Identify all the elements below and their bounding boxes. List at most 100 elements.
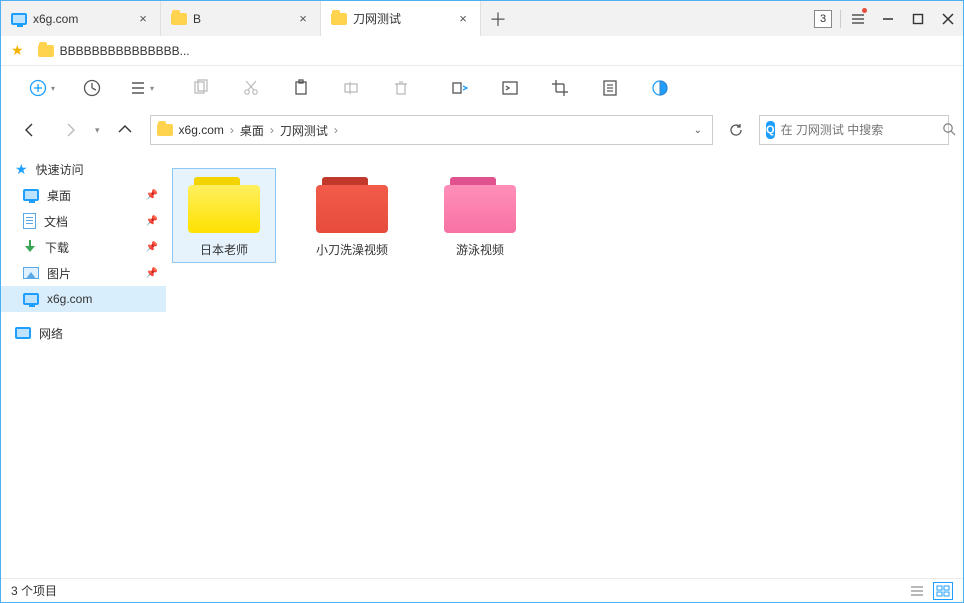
window-controls: 3	[808, 1, 963, 36]
cut-button[interactable]	[226, 66, 276, 110]
document-icon	[23, 213, 36, 229]
back-button[interactable]	[15, 115, 45, 145]
pin-icon: 📌	[146, 216, 158, 227]
monitor-icon	[11, 11, 27, 27]
pin-icon: 📌	[146, 268, 158, 279]
rename-button[interactable]	[326, 66, 376, 110]
monitor-icon	[23, 189, 39, 201]
nav-row: ▾ x6g.com › 桌面 › 刀网测试 › ⌄ Q	[1, 110, 963, 150]
star-icon[interactable]: ★	[11, 42, 24, 59]
sidebar-label: 下载	[45, 239, 69, 256]
folder-item[interactable]: 小刀洗澡视频	[300, 168, 404, 263]
sidebar-quick-access[interactable]: ★ 快速访问	[1, 156, 166, 182]
breadcrumb: x6g.com › 桌面 › 刀网测试 ›	[177, 120, 686, 141]
download-icon	[23, 240, 37, 254]
folder-icon	[157, 124, 173, 136]
minimize-button[interactable]	[873, 1, 903, 36]
search-brand-icon: Q	[766, 121, 775, 139]
separator	[840, 10, 841, 28]
pin-icon: 📌	[146, 190, 158, 201]
menu-button[interactable]	[843, 1, 873, 36]
icons-view-button[interactable]	[933, 582, 953, 600]
close-icon[interactable]: ×	[296, 12, 310, 26]
folder-label: 日本老师	[200, 241, 248, 258]
address-dropdown[interactable]: ⌄	[690, 125, 706, 136]
tab-x6g[interactable]: x6g.com ×	[1, 1, 161, 36]
folder-icon	[316, 173, 388, 233]
favorite-item[interactable]: BBBBBBBBBBBBBBB...	[32, 42, 196, 60]
breadcrumb-item[interactable]: 刀网测试	[278, 120, 330, 141]
sidebar-item-pictures[interactable]: 图片 📌	[1, 260, 166, 286]
sidebar-network[interactable]: 网络	[1, 320, 166, 346]
sidebar: ★ 快速访问 桌面 📌 文档 📌 下载 📌 图片 📌 x6g.com	[1, 150, 166, 578]
chevron-right-icon: ›	[230, 123, 234, 137]
folder-icon	[331, 11, 347, 27]
history-dropdown[interactable]: ▾	[95, 125, 100, 136]
search-icon[interactable]	[942, 122, 956, 139]
paste-button[interactable]	[276, 66, 326, 110]
move-button[interactable]	[435, 66, 485, 110]
chevron-right-icon: ›	[270, 123, 274, 137]
status-text: 3 个项目	[11, 582, 57, 599]
monitor-icon	[23, 293, 39, 305]
sidebar-label: x6g.com	[47, 292, 92, 306]
body: ★ 快速访问 桌面 📌 文档 📌 下载 📌 图片 📌 x6g.com	[1, 150, 963, 578]
folder-item[interactable]: 游泳视频	[428, 168, 532, 263]
close-icon[interactable]: ×	[136, 12, 150, 26]
sidebar-label: 图片	[47, 265, 71, 282]
folder-icon	[188, 173, 260, 233]
forward-button[interactable]	[55, 115, 85, 145]
folder-label: 游泳视频	[456, 241, 504, 258]
details-view-button[interactable]	[907, 582, 927, 600]
folder-icon	[171, 11, 187, 27]
crop-button[interactable]	[535, 66, 585, 110]
favorite-label: BBBBBBBBBBBBBBB...	[60, 44, 190, 58]
toolbar: ▾ ▾	[1, 66, 963, 110]
status-bar: 3 个项目	[1, 578, 963, 602]
tab-bar: x6g.com × B × 刀网测试 × ＋ 3	[1, 1, 963, 36]
search-input[interactable]	[781, 123, 936, 137]
favorites-bar: ★ BBBBBBBBBBBBBBB...	[1, 36, 963, 66]
sidebar-item-desktop[interactable]: 桌面 📌	[1, 182, 166, 208]
terminal-button[interactable]	[485, 66, 535, 110]
chevron-right-icon: ›	[334, 123, 338, 137]
properties-button[interactable]	[585, 66, 635, 110]
up-button[interactable]	[110, 115, 140, 145]
pin-icon: 📌	[146, 242, 158, 253]
sidebar-label: 桌面	[47, 187, 71, 204]
close-window-button[interactable]	[933, 1, 963, 36]
tab-count-badge[interactable]: 3	[808, 1, 838, 36]
picture-icon	[23, 267, 39, 279]
theme-button[interactable]	[635, 66, 685, 110]
tab-daowang[interactable]: 刀网测试 ×	[321, 1, 481, 36]
address-bar[interactable]: x6g.com › 桌面 › 刀网测试 › ⌄	[150, 115, 713, 145]
sidebar-item-x6g[interactable]: x6g.com	[1, 286, 166, 312]
sidebar-label: 快速访问	[36, 161, 84, 178]
copy-button[interactable]	[176, 66, 226, 110]
folder-icon	[38, 45, 54, 57]
network-icon	[15, 327, 31, 339]
new-button[interactable]: ▾	[17, 66, 67, 110]
folder-icon	[444, 173, 516, 233]
view-button[interactable]: ▾	[117, 66, 167, 110]
sidebar-label: 网络	[39, 325, 63, 342]
breadcrumb-item[interactable]: 桌面	[238, 120, 266, 141]
tab-label: B	[193, 12, 290, 26]
sidebar-label: 文档	[44, 213, 68, 230]
sidebar-item-documents[interactable]: 文档 📌	[1, 208, 166, 234]
folder-item[interactable]: 日本老师	[172, 168, 276, 263]
new-tab-button[interactable]: ＋	[481, 1, 515, 36]
close-icon[interactable]: ×	[456, 12, 470, 26]
tab-b[interactable]: B ×	[161, 1, 321, 36]
star-icon: ★	[15, 161, 28, 178]
tab-label: x6g.com	[33, 12, 130, 26]
file-list: 日本老师 小刀洗澡视频 游泳视频	[166, 150, 963, 578]
sidebar-item-downloads[interactable]: 下载 📌	[1, 234, 166, 260]
breadcrumb-item[interactable]: x6g.com	[177, 121, 226, 139]
search-box[interactable]: Q	[759, 115, 949, 145]
maximize-button[interactable]	[903, 1, 933, 36]
refresh-button[interactable]	[723, 115, 749, 145]
history-button[interactable]	[67, 66, 117, 110]
tab-label: 刀网测试	[353, 10, 450, 27]
delete-button[interactable]	[376, 66, 426, 110]
